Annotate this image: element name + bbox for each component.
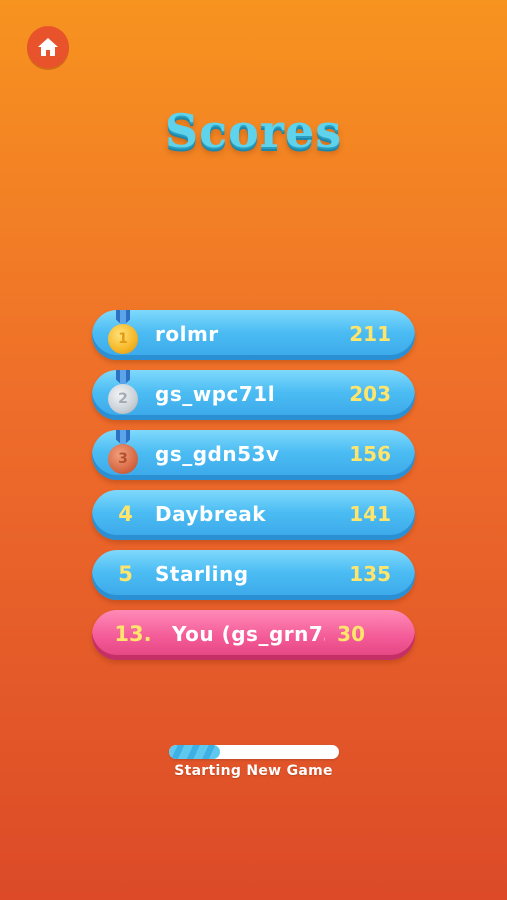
player-name: You (gs_grn73x) <box>172 622 325 646</box>
leaderboard-row-3: 3 gs_gdn53v 156 <box>92 430 415 480</box>
home-icon <box>38 38 58 56</box>
leaderboard: 1 rolmr 211 2 gs_wpc71l 203 3 gs_gdn53v … <box>92 310 415 670</box>
rank-number: 13. <box>114 622 152 646</box>
medal-rank: 2 <box>108 384 138 414</box>
rank-number: 5 <box>118 562 133 586</box>
player-score: 211 <box>349 322 391 346</box>
player-score: 156 <box>349 442 391 466</box>
leaderboard-row-1: 1 rolmr 211 <box>92 310 415 360</box>
leaderboard-row-you: 13. You (gs_grn73x) 30 <box>92 610 415 660</box>
page-title: Scores <box>164 104 343 158</box>
player-score: 141 <box>349 502 391 526</box>
player-name: Daybreak <box>155 502 267 526</box>
home-button[interactable] <box>27 26 69 68</box>
rank-cell: 3 <box>92 430 155 480</box>
rank-cell: 2 <box>92 370 155 420</box>
player-name: gs_gdn53v <box>155 442 280 466</box>
leaderboard-row-2: 2 gs_wpc71l 203 <box>92 370 415 420</box>
rank-cell: 4 <box>92 490 155 540</box>
silver-medal-icon: 2 <box>108 370 138 420</box>
medal-rank: 3 <box>108 444 138 474</box>
progress-fill <box>169 745 220 759</box>
progress-label: Starting New Game <box>174 763 333 779</box>
player-name: gs_wpc71l <box>155 382 276 406</box>
player-score: 203 <box>349 382 391 406</box>
rank-cell: 1 <box>92 310 155 360</box>
player-name: Starling <box>155 562 249 586</box>
player-score: 135 <box>349 562 391 586</box>
leaderboard-row-4: 4 Daybreak 141 <box>92 490 415 540</box>
player-name: rolmr <box>155 322 219 346</box>
rank-cell: 13. <box>92 610 162 660</box>
player-score: 30 <box>337 622 365 646</box>
leaderboard-row-5: 5 Starling 135 <box>92 550 415 600</box>
rank-cell: 5 <box>92 550 155 600</box>
medal-rank: 1 <box>108 324 138 354</box>
loading-progress-bar <box>169 745 339 759</box>
gold-medal-icon: 1 <box>108 310 138 360</box>
bronze-medal-icon: 3 <box>108 430 138 480</box>
rank-number: 4 <box>118 502 133 526</box>
